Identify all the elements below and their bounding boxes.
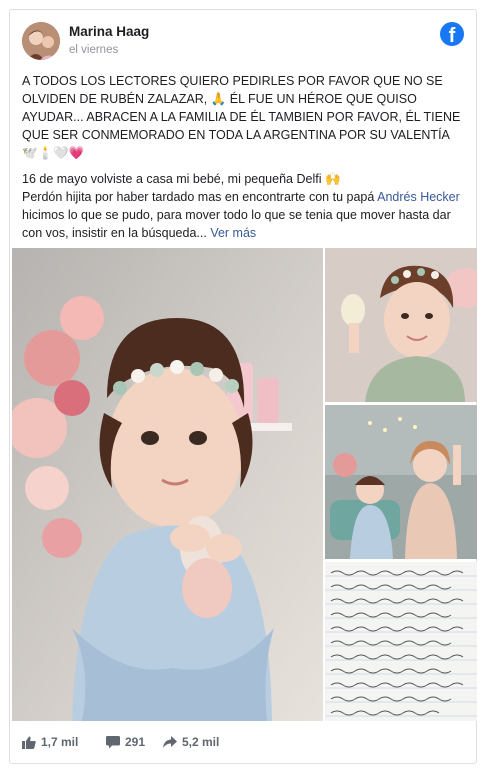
author-name[interactable]: Marina Haag: [69, 24, 149, 39]
comment-icon: [106, 735, 120, 748]
comments-count[interactable]: 291: [106, 735, 145, 749]
facebook-post-card: Marina Haag el viernes f A TODOS LOS LEC…: [9, 9, 477, 764]
thumbs-up-icon: [22, 736, 36, 749]
facebook-logo-icon[interactable]: f: [440, 22, 464, 46]
avatar[interactable]: [22, 22, 60, 60]
see-more-link[interactable]: Ver más: [210, 226, 256, 240]
post-text-line-2: Perdón hijita por haber tardado mas en e…: [22, 188, 464, 242]
shares-count-value: 5,2 mil: [182, 735, 220, 749]
comments-count-value: 291: [125, 735, 146, 749]
post-text-span: Perdón hijita por haber tardado mas en e…: [22, 190, 378, 204]
mention-link[interactable]: Andrés Hecker: [377, 190, 460, 204]
likes-count-value: 1,7 mil: [41, 735, 79, 749]
post-header: Marina Haag el viernes f: [22, 22, 464, 62]
share-arrow-icon: [163, 736, 177, 748]
shares-count[interactable]: 5,2 mil: [163, 735, 219, 749]
photo-top-right[interactable]: [325, 248, 477, 402]
likes-count[interactable]: 1,7 mil: [22, 735, 78, 749]
post-text-paragraph-1: A TODOS LOS LECTORES QUIERO PEDIRLES POR…: [22, 74, 461, 160]
photo-middle-right[interactable]: [325, 405, 477, 559]
post-text-paragraph-2: 16 de mayo volviste a casa mi bebé, mi p…: [22, 170, 464, 242]
photo-grid: [10, 248, 478, 724]
post-text-line-1: 16 de mayo volviste a casa mi bebé, mi p…: [22, 172, 341, 186]
post-date[interactable]: el viernes: [69, 44, 118, 56]
post-footer: 1,7 mil 291 5,2 mil: [22, 732, 464, 756]
photo-bottom-right-letter[interactable]: [325, 562, 477, 721]
photo-main[interactable]: [12, 248, 323, 721]
